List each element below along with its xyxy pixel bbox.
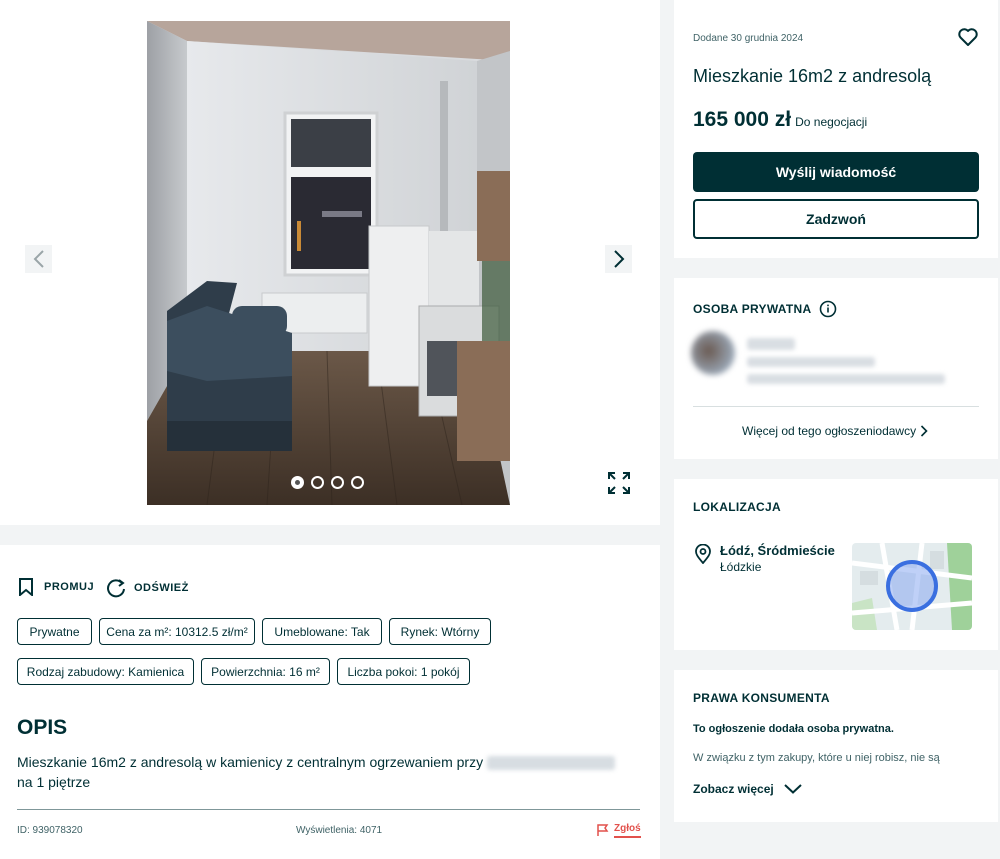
expand-icon [608,472,630,494]
seller-heading-label: OSOBA PRYWATNA [693,302,812,316]
listing-id: ID: 939078320 [17,825,83,836]
promote-button[interactable]: PROMUJ [18,578,94,596]
chevron-right-icon [921,425,928,437]
pagination-dot[interactable] [291,476,304,489]
see-more-button[interactable]: Zobacz więcej [693,782,802,796]
promote-label: PROMUJ [44,581,95,593]
tag-rooms: Liczba pokoi: 1 pokój [337,658,470,685]
divider [693,406,979,407]
chevron-left-icon [33,250,44,268]
location-map[interactable] [852,543,972,630]
description-text-end: na 1 piętrze [17,774,91,790]
tag-area: Powierzchnia: 16 m² [201,658,330,685]
listing-photo[interactable] [147,21,510,505]
negotiable-label: Do negocjacji [795,115,868,129]
report-button[interactable]: Zgłoś [596,823,641,838]
listing-title: Mieszkanie 16m2 z andresolą [693,66,932,86]
description-text: Mieszkanie 16m2 z andresolą w kamienicy … [17,752,617,792]
refresh-icon [107,579,125,598]
consumer-rights-subheading: To ogłoszenie dodała osoba prywatna. [693,723,894,735]
posted-date: Dodane 30 grudnia 2024 [693,33,804,44]
location-city: Łódź, Śródmieście [720,543,835,558]
tag-furnished: Umeblowane: Tak [262,618,382,645]
tag-building-type: Rodzaj zabudowy: Kamienica [17,658,194,685]
location-pin-icon [694,543,712,569]
description-title: OPIS [17,716,68,739]
seller-heading: OSOBA PRYWATNA [693,300,837,318]
price: 165 000 zł [693,108,792,131]
see-more-label: Zobacz więcej [693,782,774,796]
details-card [0,545,660,859]
refresh-label: ODŚWIEŻ [134,582,189,594]
redacted-seller-activity [747,374,945,384]
previous-photo-button[interactable] [25,245,52,273]
divider [17,809,640,810]
pagination-dot[interactable] [311,476,324,489]
fullscreen-button[interactable] [606,470,632,496]
redacted-seller-since [747,357,875,367]
more-from-seller-link[interactable]: Więcej od tego ogłoszeniodawcy [742,424,928,438]
next-photo-button[interactable] [605,245,632,273]
tag-private: Prywatne [17,618,92,645]
chevron-down-icon [784,784,802,794]
consumer-rights-heading: PRAWA KONSUMENTA [693,691,830,705]
heart-icon [958,28,978,46]
report-label: Zgłoś [614,823,641,838]
refresh-button[interactable]: ODŚWIEŻ [106,578,189,598]
flag-icon [597,824,609,836]
more-from-seller-label: Więcej od tego ogłoszeniodawcy [742,424,917,438]
tag-price-per-m2: Cena za m²: 10312.5 zł/m² [99,618,255,645]
pagination-dot[interactable] [351,476,364,489]
send-message-button[interactable]: Wyślij wiadomość [693,152,979,192]
favorite-button[interactable] [958,27,978,47]
view-count: Wyświetlenia: 4071 [296,825,383,836]
location-heading: LOKALIZACJA [693,500,781,514]
description-text-start: Mieszkanie 16m2 z andresolą w kamienicy … [17,754,484,770]
seller-avatar [691,331,735,375]
photo-pagination [291,476,364,489]
location-region: Łódzkie [720,560,762,574]
text-fade [693,764,973,776]
info-icon[interactable] [819,300,837,318]
chevron-right-icon [613,250,624,268]
price-line: 165 000 zł Do negocjacji [693,108,867,132]
photo-gallery [0,0,660,525]
tag-market: Rynek: Wtórny [389,618,491,645]
call-button[interactable]: Zadzwoń [693,199,979,239]
pagination-dot[interactable] [331,476,344,489]
bookmark-icon [19,578,33,596]
redacted-seller-name [747,338,795,350]
redacted-address [486,756,615,771]
